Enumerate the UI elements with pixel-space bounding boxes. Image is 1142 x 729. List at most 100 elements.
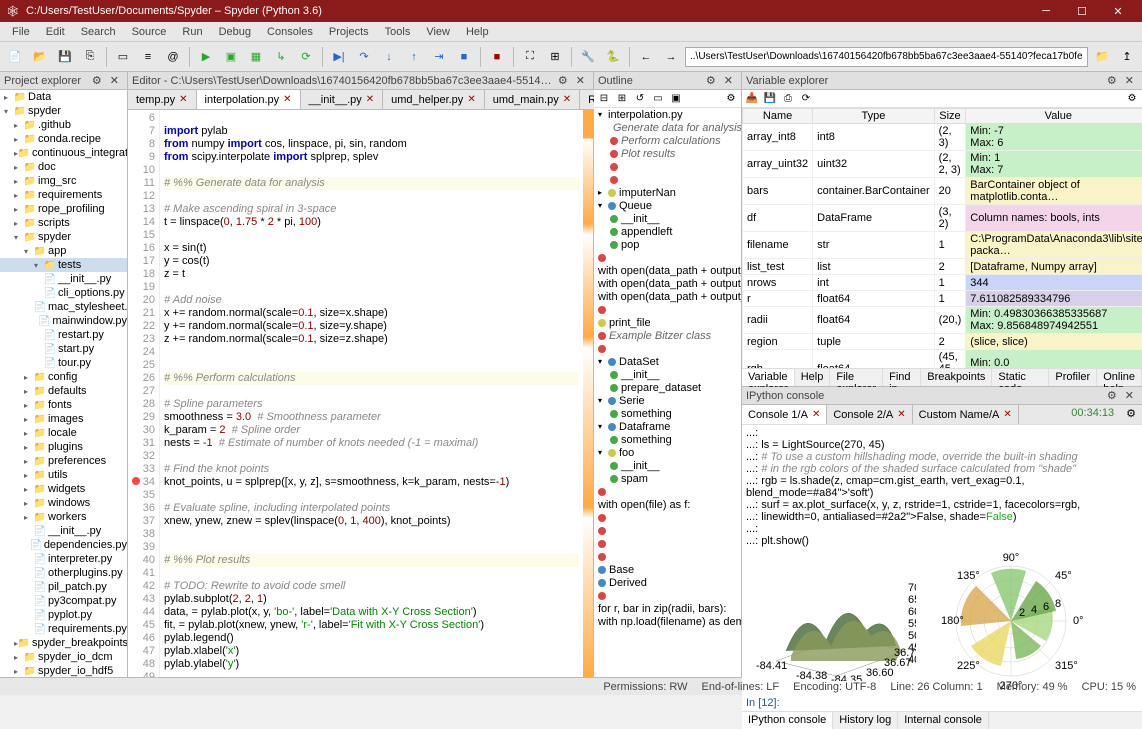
tree-item[interactable]: 📄interpreter.py (0, 552, 127, 566)
maximize-button[interactable]: ☐ (1064, 1, 1100, 21)
var-row[interactable]: array_uint32uint32(2, 2, 3)Min: 1 Max: 7 (743, 151, 1142, 178)
bottom-tab[interactable]: Help (795, 369, 831, 386)
project-tree[interactable]: ▸📁Data▾📁spyder▸📁.github▸📁conda.recipe▸📁c… (0, 90, 127, 677)
close-icon[interactable]: ✕ (467, 94, 475, 105)
tree-item[interactable]: ▾📁spyder (0, 230, 127, 244)
tree-item[interactable]: ▸📁spyder_breakpoints (0, 636, 127, 650)
var-row[interactable]: rfloat6417.611082589334796 (743, 291, 1142, 307)
preferences-icon[interactable]: 🔧 (577, 46, 599, 68)
list-icon[interactable]: ≡ (137, 46, 159, 68)
run-cell-advance-icon[interactable]: ▦ (245, 46, 267, 68)
outline-item[interactable]: ▸imputerNan (594, 186, 741, 199)
var-header[interactable]: Type (813, 109, 935, 124)
maximize-pane-icon[interactable]: ⛶ (519, 46, 541, 68)
browse-icon[interactable]: 📁 (1091, 46, 1113, 68)
close-icon[interactable]: ✕ (1003, 409, 1011, 420)
ipython-prompt[interactable]: In [12]: (746, 697, 1138, 709)
outline-item[interactable]: Generate data for analysis (594, 121, 741, 134)
close-icon[interactable]: ✕ (179, 94, 187, 105)
save-as-icon[interactable]: ⎙ (780, 90, 796, 107)
var-row[interactable]: barscontainer.BarContainer20BarContainer… (743, 178, 1142, 205)
tree-item[interactable]: ▸📁utils (0, 468, 127, 482)
outline-item[interactable]: prepare_dataset (594, 381, 741, 394)
tree-item[interactable]: ▸📁conda.recipe (0, 132, 127, 146)
panel-close-icon[interactable]: ✕ (572, 74, 589, 87)
run-icon[interactable]: ▶ (195, 46, 217, 68)
bottom-tab[interactable]: Online help (1097, 369, 1142, 386)
rerun-icon[interactable]: ⟳ (295, 46, 317, 68)
var-row[interactable]: filenamestr1C:\ProgramData\Anaconda3\lib… (743, 232, 1142, 259)
tree-item[interactable]: 📄__init__.py (0, 524, 127, 538)
outline-item[interactable]: Base (594, 563, 741, 576)
menu-file[interactable]: File (4, 24, 38, 40)
close-icon[interactable]: ✕ (897, 409, 905, 420)
menu-help[interactable]: Help (458, 24, 497, 40)
close-icon[interactable]: ✕ (812, 409, 820, 420)
tree-item[interactable]: ▸📁windows (0, 496, 127, 510)
forward-icon[interactable]: → (660, 46, 682, 68)
minimap[interactable] (583, 110, 593, 677)
tree-item[interactable]: 📄py3compat.py (0, 594, 127, 608)
var-row[interactable]: dfDataFrame(3, 2)Column names: bools, in… (743, 205, 1142, 232)
tree-item[interactable]: 📄pyplot.py (0, 608, 127, 622)
outline-item[interactable]: pop (594, 238, 741, 251)
options-icon[interactable]: ⚙ (1120, 405, 1142, 424)
tree-item[interactable]: ▸📁config (0, 370, 127, 384)
at-icon[interactable]: @ (162, 46, 184, 68)
menu-consoles[interactable]: Consoles (259, 24, 321, 40)
outline-item[interactable]: with open(data_path + output_file_n… (594, 277, 741, 290)
var-row[interactable]: array_int8int8(2, 3)Min: -7 Max: 6 (743, 124, 1142, 151)
outline-item[interactable] (594, 160, 741, 173)
outline-item[interactable]: __init__ (594, 459, 741, 472)
tree-item[interactable]: ▾📁spyder (0, 104, 127, 118)
save-all-icon[interactable]: ⎘ (79, 46, 101, 68)
continue-icon[interactable]: ⇥ (428, 46, 450, 68)
editor-tab[interactable]: interpolation.py✕ (197, 90, 301, 109)
editor-tab[interactable]: umd_helper.py✕ (383, 90, 485, 109)
close-icon[interactable]: ✕ (563, 94, 571, 105)
tree-item[interactable]: ▸📁Data (0, 90, 127, 104)
menu-source[interactable]: Source (124, 24, 175, 40)
step-over-icon[interactable]: ↷ (353, 46, 375, 68)
panel-options-icon[interactable]: ⚙ (1103, 389, 1121, 402)
outline-item[interactable]: something (594, 433, 741, 446)
ipython-bottom-tab[interactable]: History log (833, 712, 898, 729)
back-icon[interactable]: ← (635, 46, 657, 68)
outline-item[interactable]: ▾Serie (594, 394, 741, 407)
outline-item[interactable] (594, 342, 741, 355)
menu-run[interactable]: Run (174, 24, 210, 40)
debug-icon[interactable]: ▶| (328, 46, 350, 68)
tree-item[interactable]: ▸📁widgets (0, 482, 127, 496)
outline-item[interactable]: Derived (594, 576, 741, 589)
import-data-icon[interactable]: 📥 (744, 90, 760, 107)
save-data-icon[interactable]: 💾 (762, 90, 778, 107)
outline-tree[interactable]: ▾interpolation.pyGenerate data for analy… (594, 108, 741, 677)
bottom-tab[interactable]: Find in files (883, 369, 921, 386)
console-output[interactable]: ...: ...: ls = LightSource(270, 45) ...:… (742, 425, 1142, 711)
bottom-tab[interactable]: Static code analysis (992, 369, 1049, 386)
outline-item[interactable] (594, 589, 741, 602)
menu-edit[interactable]: Edit (38, 24, 73, 40)
editor-tab[interactable]: umd_main.py✕ (485, 90, 580, 109)
bottom-tab[interactable]: File explorer (830, 369, 883, 386)
panel-options-icon[interactable]: ⚙ (1103, 74, 1121, 87)
tree-item[interactable]: 📄tour.py (0, 356, 127, 370)
menu-search[interactable]: Search (73, 24, 124, 40)
outline-item[interactable]: with open(data_path + output_file_n… (594, 264, 741, 277)
code-editor[interactable]: 6789101112131415161718192021222324252627… (128, 110, 593, 677)
tree-item[interactable]: 📄start.py (0, 342, 127, 356)
outline-item[interactable] (594, 537, 741, 550)
menu-debug[interactable]: Debug (211, 24, 259, 40)
panel-options-icon[interactable]: ⚙ (702, 74, 720, 87)
console-tab[interactable]: Console 1/A ✕ (742, 405, 827, 424)
editor-tab[interactable]: temp.py✕ (128, 90, 197, 109)
menu-view[interactable]: View (418, 24, 458, 40)
stop-icon[interactable]: ■ (486, 46, 508, 68)
close-button[interactable]: ✕ (1100, 1, 1136, 21)
open-file-icon[interactable]: 📂 (29, 46, 51, 68)
tree-item[interactable]: ▾📁app (0, 244, 127, 258)
outline-item[interactable]: print_file (594, 316, 741, 329)
fullscreen-icon[interactable]: ⊞ (544, 46, 566, 68)
cell-icon[interactable]: ▭ (112, 46, 134, 68)
outline-item[interactable]: with np.load(filename) as dem: (594, 615, 741, 628)
